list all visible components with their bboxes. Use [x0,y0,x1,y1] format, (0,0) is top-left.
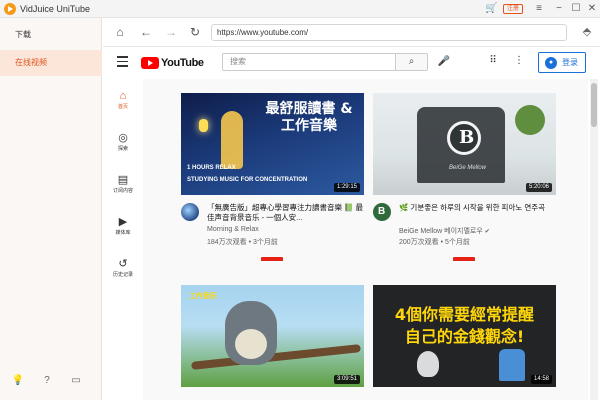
channel-name-text: BeiGe Mellow 베이지멜로우 [399,228,483,235]
video-stats: 184万次观看 • 3个月前 [207,239,278,246]
maximize-icon[interactable]: ☐ [570,3,582,15]
duration-badge: 3:09:51 [333,375,360,384]
thumbnail-badge: 工作音乐 [189,293,217,300]
duration-badge: 14:58 [530,375,552,384]
thumbnail-title: 最舒服讀書 & 工作音樂 [265,101,353,134]
scrollbar-thumb[interactable] [591,83,597,127]
signin-label: 登录 [562,58,578,67]
title-bar: VidJuice UniTube 🛒 注册 ≡ − ☐ ✕ [0,0,600,18]
feedback-icon[interactable]: ▭ [69,374,83,388]
person-illustration [499,349,525,381]
home-icon: ⌂ [119,90,127,102]
search-icon: ⌕ [408,56,415,67]
library-icon: ▶ [118,216,128,228]
video-thumbnail[interactable]: 工作音乐 3:09:51 [181,285,364,387]
extension-icon[interactable]: ⬘ [579,24,595,40]
channel-logo-icon [447,121,481,155]
video-thumbnail[interactable]: 4個你需要經常提醒 自己的金錢觀念! 14:58 [373,285,556,387]
back-arrow-icon[interactable]: ← [138,24,154,40]
search-input[interactable]: 搜索 [222,53,395,71]
sidebar-item-library[interactable]: ▶ 媒体库 [103,215,143,249]
menu-icon[interactable]: ≡ [533,3,545,15]
video-stats: 200万次观看 • 5个月前 [399,239,470,246]
video-thumbnail[interactable]: 最舒服讀書 & 工作音樂 1 HOURS RELAX STUDYING MUSI… [181,93,364,195]
youtube-play-icon [141,57,159,69]
cart-icon[interactable]: 🛒 [485,3,497,15]
user-avatar-icon: ● [545,57,557,69]
channel-name[interactable]: BeiGe Mellow 베이지멜로우 ✔ [399,226,490,236]
thumbnail-subtitle: 1 HOURS RELAX [187,165,236,171]
subscriptions-icon: ▤ [117,174,129,186]
duration-badge: 5:20:06 [525,183,552,192]
register-button[interactable]: 注册 [503,4,523,14]
scrollbar[interactable] [590,79,598,400]
thumbnail-text: BeiGe Mellow [449,165,487,171]
money-bag-illustration [417,351,439,377]
girl-illustration [221,111,243,169]
thumbnail-title: 自己的金錢觀念! [404,327,525,346]
thumbnail-subtitle: STUDYING MUSIC FOR CONCENTRATION [187,177,308,183]
video-title[interactable]: 「無廣告版」超專心學習專注力讀書音樂 📗 最佳声音背景音乐 - 一個人安... [207,203,364,223]
video-title[interactable]: 🌿 기분좋은 하루의 시작을 위한 피아노 연주곡 [399,203,556,213]
sidebar-item-subscriptions[interactable]: ▤ 订阅内容 [103,173,143,207]
sidebar-item-history[interactable]: ↺ 历史记录 [103,257,143,291]
history-icon: ↺ [118,258,128,270]
sidebar-item-online-video[interactable]: 在线视频 [0,50,102,76]
red-tag [453,257,475,261]
minimize-icon[interactable]: − [553,3,565,15]
apps-grid-icon[interactable]: ⠿ [486,54,500,68]
video-thumbnail[interactable]: BeiGe Mellow 5:20:06 [373,93,556,195]
video-meta: 「無廣告版」超專心學習專注力讀書音樂 📗 最佳声音背景音乐 - 一個人安... … [181,201,364,271]
duration-badge: 1:29:15 [333,183,360,192]
close-icon[interactable]: ✕ [586,3,598,15]
app-title: VidJuice UniTube [20,4,91,14]
youtube-logo-text: YouTube [161,57,204,69]
sidebar-item-explore[interactable]: ◎ 探索 [103,131,143,165]
microphone-icon[interactable]: 🎤 [436,54,452,70]
forward-arrow-icon[interactable]: → [163,24,179,40]
channel-avatar[interactable] [373,203,391,221]
url-field[interactable]: https://www.youtube.com/ [211,24,567,41]
help-icon[interactable]: ? [40,374,54,388]
more-vertical-icon[interactable]: ⋮ [514,54,524,68]
thumbnail-title: 4個你需要經常提醒 [394,305,535,324]
youtube-logo[interactable]: YouTube [141,55,204,71]
compass-icon: ◎ [118,132,128,144]
sidebar-item-label: 订阅内容 [112,188,133,194]
sidebar-item-label: 首页 [117,104,128,110]
youtube-header: YouTube 搜索 ⌕ 🎤 ⠿ ⋮ ● 登录 [103,47,600,79]
verified-icon: ✔ [484,229,490,235]
channel-name[interactable]: Morning & Relax [207,226,259,233]
sidebar-item-download[interactable]: 下载 [0,22,102,48]
reload-icon[interactable]: ↻ [187,24,203,40]
hamburger-menu-icon[interactable] [117,56,131,68]
sidebar-item-label: 探索 [117,146,128,152]
video-meta: 🌿 기분좋은 하루의 시작을 위한 피아노 연주곡 BeiGe Mellow 베… [373,201,556,271]
lightbulb-icon[interactable]: 💡 [11,374,25,388]
home-icon[interactable]: ⌂ [112,24,128,40]
sidebar-item-label: 历史记录 [112,272,133,278]
app-logo-icon [4,3,16,15]
search-button[interactable]: ⌕ [395,53,428,71]
browser-nav-bar: ⌂ ← → ↻ https://www.youtube.com/ ⬘ [103,18,600,47]
sidebar-item-label: 媒体库 [115,230,131,236]
sidebar-item-home[interactable]: ⌂ 首页 [103,89,143,123]
youtube-sidebar: ⌂ 首页 ◎ 探索 ▤ 订阅内容 ▶ 媒体库 ↺ 历史记录 [103,79,143,400]
lantern-illustration [199,119,208,132]
channel-avatar[interactable] [181,203,199,221]
signin-button[interactable]: ● 登录 [538,52,586,73]
plant-illustration [515,105,545,135]
app-sidebar: 下载 在线视频 💡 ? ▭ [0,18,102,400]
video-feed: 最舒服讀書 & 工作音樂 1 HOURS RELAX STUDYING MUSI… [143,79,588,400]
red-tag [261,257,283,261]
totoro-belly-illustration [235,329,267,359]
